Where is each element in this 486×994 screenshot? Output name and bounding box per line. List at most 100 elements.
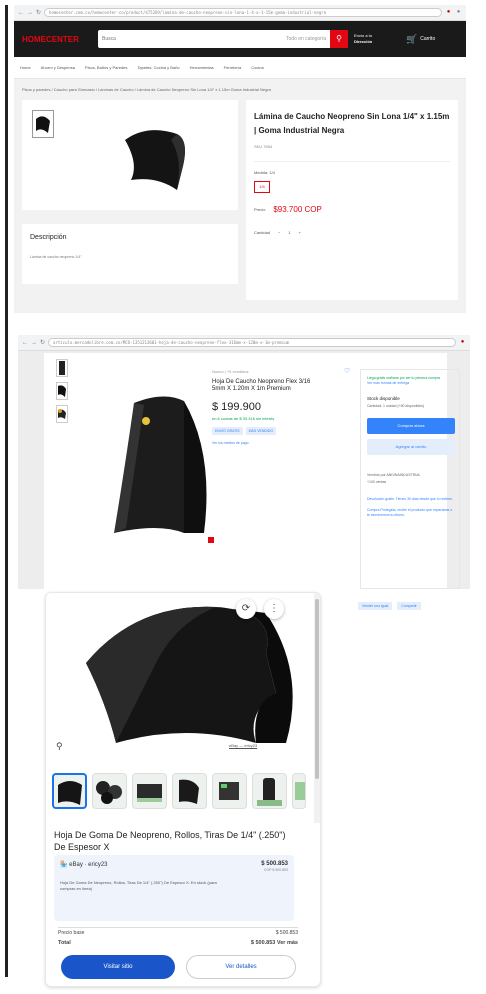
product-info: Lámina de Caucho Neopreno Sin Lona 1/4" …: [246, 100, 458, 300]
buy-now-button[interactable]: Comprar ahora: [367, 418, 455, 434]
protected-purchase-text[interactable]: Compra Protegida, recibe el producto que…: [367, 508, 453, 518]
price-base-label: Precio base: [58, 930, 85, 936]
listing-body: Nuevo | +5 vendidos Hoja De Caucho Neopr…: [44, 353, 460, 589]
share-icon[interactable]: ⟳: [236, 599, 256, 619]
seller-name[interactable]: Vendido por ANDINAINDUSTRIAL: [367, 473, 453, 478]
return-policy-text[interactable]: Devolución gratis. Tienes 30 días desde …: [367, 497, 453, 502]
profile-icon[interactable]: ●: [455, 9, 462, 16]
offer-card: 🏪 eBay · ericy23 $ 500.853 COP $ 500.853…: [54, 855, 294, 921]
gallery-thumbnail[interactable]: [172, 773, 207, 809]
visit-site-button[interactable]: Visitar sitio: [61, 955, 175, 979]
gallery-thumbnail[interactable]: [212, 773, 247, 809]
divider: [58, 927, 298, 928]
forward-icon[interactable]: →: [31, 340, 37, 346]
back-icon[interactable]: ←: [18, 10, 24, 16]
size-option[interactable]: 1/4: [254, 181, 270, 193]
google-shopping-panel: ⟳ ⋮ ⚲ eBay — ericy23 Hoja De Goma De Neo…: [45, 592, 321, 987]
gallery-thumbnail[interactable]: [252, 773, 287, 809]
menu-item[interactable]: Ahorro y Despensa: [41, 65, 75, 70]
product-image[interactable]: [117, 118, 197, 198]
offer-price-sub: COP $ 500.853: [263, 868, 288, 872]
reload-icon[interactable]: ↻: [40, 339, 45, 346]
description-heading: Descripción: [30, 234, 67, 241]
listing-info: Nuevo | +5 vendidos Hoja De Caucho Neopr…: [212, 369, 322, 445]
scrollbar[interactable]: [314, 593, 320, 823]
extension-icon[interactable]: ●: [445, 9, 452, 16]
minus-icon[interactable]: −: [278, 230, 280, 235]
sell-similar-link[interactable]: Vender uno igual: [358, 602, 393, 610]
listing-title: Hoja De Caucho Neopreno Flex 3/16 5mm X …: [212, 379, 311, 392]
product-sku: SKU 7654: [254, 144, 273, 149]
gallery-thumbnail[interactable]: [56, 359, 68, 377]
listing-actions: Vender uno igual Compartir: [358, 602, 421, 610]
back-icon[interactable]: ←: [22, 340, 28, 346]
cart-button[interactable]: 🛒 Carrito: [406, 34, 435, 45]
reload-icon[interactable]: ↻: [36, 9, 41, 16]
gallery-thumbnail[interactable]: [32, 110, 54, 138]
search-category-select[interactable]: Todo en categoría: [286, 36, 330, 42]
total-value: $ 500.853 Ver más: [250, 940, 298, 946]
product-title[interactable]: Hoja De Goma De Neopreno, Rollos, Tiras …: [54, 829, 294, 853]
quantity-value[interactable]: 1: [288, 230, 290, 235]
menu-item[interactable]: Home: [20, 65, 31, 70]
gallery-thumbnail[interactable]: [292, 773, 306, 809]
homecenter-screenshot: ← → ↻ homecenter.com.co/homecenter-co/pr…: [14, 5, 466, 313]
image-source-link[interactable]: eBay — ericy23: [229, 743, 257, 748]
plus-icon[interactable]: +: [299, 230, 301, 235]
search-bar[interactable]: Busca Todo en categoría ⚲: [98, 30, 348, 48]
divider: [254, 161, 450, 162]
breadcrumb[interactable]: Pisos y paredes / Caucho para Gimnasio /…: [14, 79, 466, 100]
address-bar[interactable]: homecenter.com.co/homecenter-co/product/…: [44, 8, 442, 17]
more-options-icon[interactable]: ⋮: [264, 599, 284, 619]
mercadolibre-screenshot: ← → ↻ articulo.mercadolibre.com.co/MCO-1…: [18, 335, 470, 589]
gallery-thumbnail[interactable]: [52, 773, 87, 809]
price-base-row: Precio base $ 500.853: [58, 930, 298, 936]
thumbnail-list: [56, 359, 70, 428]
gallery-thumbnail[interactable]: [56, 382, 68, 400]
homecenter-logo[interactable]: HOMECENTER: [22, 35, 92, 44]
quantity-selector[interactable]: Cantidad: 1 unidad (+50 disponibles): [367, 404, 453, 408]
menu-item[interactable]: Cocina: [251, 65, 263, 70]
scrollbar-thumb[interactable]: [315, 599, 319, 779]
description-text: Lámina de caucho neopreno 1/4": [30, 255, 82, 259]
shipping-badge: ENVÍO GRATIS: [212, 427, 243, 435]
location-selector[interactable]: Envío a tu Dirección: [354, 33, 400, 45]
browser-toolbar: ← → ↻ articulo.mercadolibre.com.co/MCO-1…: [18, 335, 470, 351]
listing-price: $ 199.900: [212, 401, 261, 413]
product-image[interactable]: [104, 383, 214, 543]
address-bar[interactable]: articulo.mercadolibre.com.co/MCO-1351213…: [48, 338, 456, 347]
payment-methods-link[interactable]: Ver los medios de pago: [212, 441, 322, 445]
thumbnail-strip: [52, 773, 306, 809]
product-title: Lámina de Caucho Neopreno Sin Lona 1/4" …: [254, 112, 450, 135]
quantity-stepper[interactable]: Cantidad − 1 +: [254, 230, 450, 235]
gallery-thumbnail[interactable]: [132, 773, 167, 809]
share-link[interactable]: Compartir: [397, 602, 421, 610]
menu-item[interactable]: Pisos, Baños y Paredes: [85, 65, 127, 70]
installments-text: en 6 cuotas de $ 33.316 sin interés: [212, 416, 275, 421]
quantity-label: Cantidad: [254, 230, 271, 235]
site-header: HOMECENTER Busca Todo en categoría ⚲ Env…: [14, 21, 466, 57]
size-label: Medida: 1/4: [254, 170, 275, 175]
window-border: [5, 5, 8, 977]
shipping-link[interactable]: Ver más formas de entrega: [367, 381, 453, 386]
extension-icon[interactable]: ●: [459, 339, 466, 346]
store-icon: 🏪: [60, 862, 68, 868]
menu-item[interactable]: Ferretería: [224, 65, 242, 70]
product-image[interactable]: ⟳ ⋮ ⚲ eBay — ericy23: [46, 593, 320, 761]
browser-toolbar: ← → ↻ homecenter.com.co/homecenter-co/pr…: [14, 5, 466, 21]
menu-item[interactable]: Herramientas: [190, 65, 214, 70]
view-details-button[interactable]: Ver detalles: [186, 955, 296, 979]
product-price: $93.700 COP: [273, 205, 322, 214]
menu-item[interactable]: Tapetes, Cocina y Baño: [137, 65, 179, 70]
forward-icon[interactable]: →: [27, 10, 33, 16]
seller-name[interactable]: 🏪 eBay · ericy23: [60, 861, 108, 868]
gallery-thumbnail[interactable]: [56, 405, 68, 423]
add-to-cart-button[interactable]: Agregar al carrito: [367, 439, 455, 455]
search-icon[interactable]: ⚲: [330, 30, 348, 48]
gallery-thumbnail[interactable]: [92, 773, 127, 809]
cart-icon: 🛒: [406, 33, 418, 44]
condition-label: Nuevo | +5 vendidos: [212, 369, 249, 374]
favorite-icon[interactable]: ♡: [344, 367, 350, 375]
search-input[interactable]: Busca: [98, 36, 286, 42]
zoom-icon[interactable]: ⚲: [56, 741, 63, 752]
